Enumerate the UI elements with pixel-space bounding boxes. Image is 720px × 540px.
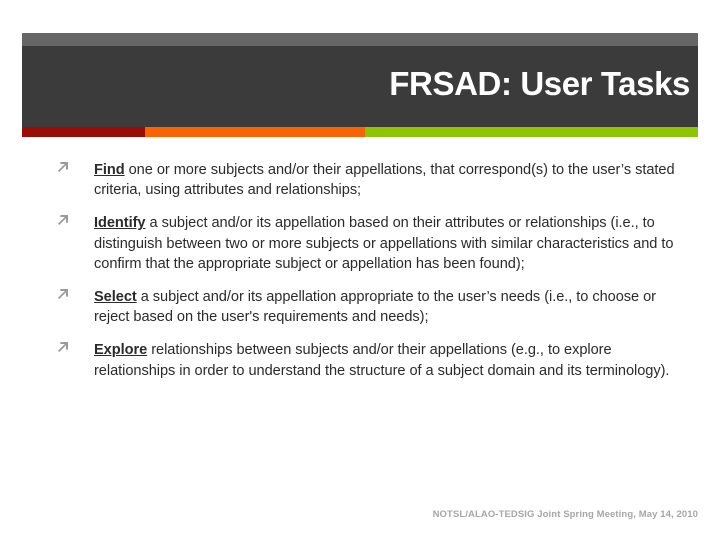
- arrow-northeast-icon: [56, 213, 94, 229]
- accent-stripe-orange: [145, 127, 365, 137]
- slide-header-banner: FRSAD: User Tasks: [22, 33, 698, 127]
- bullet-list: Find one or more subjects and/or their a…: [56, 160, 686, 394]
- list-item: Identify a subject and/or its appellatio…: [56, 213, 686, 274]
- footer-note: NOTSL/ALAO-TEDSIG Joint Spring Meeting, …: [432, 509, 698, 520]
- list-item-keyword: Find: [94, 162, 125, 178]
- arrow-northeast-icon: [56, 340, 94, 356]
- list-item: Select a subject and/or its appellation …: [56, 287, 686, 327]
- arrow-northeast-icon: [56, 160, 94, 176]
- accent-stripe-bar: [22, 127, 698, 137]
- accent-stripe-green: [365, 127, 698, 137]
- page-title: FRSAD: User Tasks: [389, 65, 690, 102]
- list-item-text: Identify a subject and/or its appellatio…: [94, 213, 686, 274]
- accent-stripe-red: [22, 127, 145, 137]
- arrow-northeast-icon: [56, 287, 94, 303]
- list-item-text: Find one or more subjects and/or their a…: [94, 160, 686, 200]
- list-item-text: Select a subject and/or its appellation …: [94, 287, 686, 327]
- list-item-body: one or more subjects and/or their appell…: [94, 162, 675, 199]
- list-item-keyword: Select: [94, 289, 137, 306]
- slide-canvas: FRSAD: User Tasks Find one or more subje…: [0, 0, 720, 540]
- header-top-strip: [22, 33, 698, 46]
- list-item-body: a subject and/or its appellation appropr…: [94, 289, 656, 326]
- list-item: Explore relationships between subjects a…: [56, 340, 686, 380]
- list-item-keyword: Explore: [94, 342, 148, 359]
- list-item-body: relationships between subjects and/or th…: [94, 342, 670, 379]
- list-item: Find one or more subjects and/or their a…: [56, 160, 686, 200]
- list-item-body: a subject and/or its appellation based o…: [94, 215, 674, 272]
- list-item-text: Explore relationships between subjects a…: [94, 340, 686, 380]
- header-body: FRSAD: User Tasks: [22, 46, 698, 127]
- list-item-keyword: Identify: [94, 215, 146, 232]
